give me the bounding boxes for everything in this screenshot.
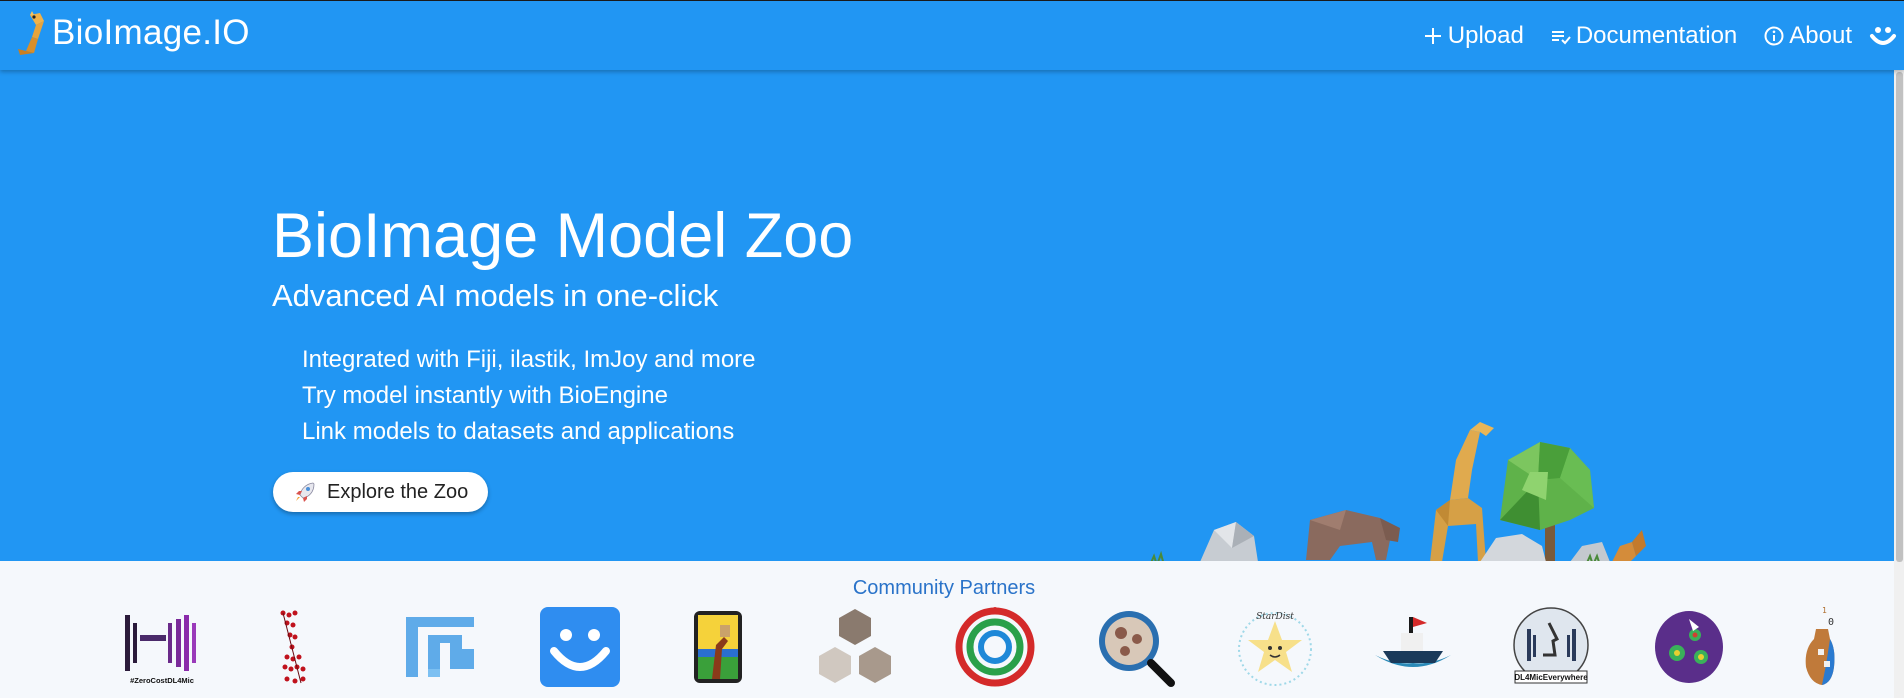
info-icon [1764,26,1784,46]
hero-section: BioImage Model Zoo Advanced AI models in… [0,70,1894,561]
top-navbar: BioImage.IO Upload Documentation About [0,0,1904,70]
documentation-label: Documentation [1575,22,1738,49]
plus-icon [1424,28,1441,44]
deepimagej-logo[interactable] [257,605,341,689]
hero-subtitle: Advanced AI models in one-click [272,278,719,313]
ship-icon [1375,617,1451,667]
magnifier-icon [1099,611,1175,687]
explore-zoo-button[interactable]: Explore the Zoo [273,472,489,512]
rocket-icon [296,482,315,502]
community-partners-section: Community Partners #ZeroCostDL4Mic StarD… [0,561,1894,698]
svg-text:1: 1 [1822,606,1827,615]
feature-list: Integrated with Fiji, ilastik, ImJoy and… [302,342,756,450]
biapy-logo[interactable] [953,605,1037,689]
hpa-logo[interactable] [813,605,897,689]
globe-microscope-icon: DL4MicEverywhere [1513,607,1589,684]
hexagons-icon [819,609,891,683]
imjoy-icon [540,607,620,687]
checklist-icon [1551,31,1571,45]
svg-text:#ZeroCostDL4Mic: #ZeroCostDL4Mic [130,676,194,685]
dl4miceverywhere-logo[interactable]: DL4MicEverywhere [1509,605,1593,689]
ring-icon [955,607,1035,687]
zerocostdl4mic-icon: #ZeroCostDL4Mic [125,615,196,685]
upload-label: Upload [1447,22,1524,49]
upload-link[interactable]: Upload [1422,22,1524,50]
smile-icon[interactable] [1868,21,1898,51]
bioimage-zoo-logo[interactable]: 1 0 [1786,605,1870,689]
deepimagej-icon [280,610,306,684]
explore-zoo-label: Explore the Zoo [327,480,469,503]
giraffe-logo-icon [18,11,44,55]
feature-item: Integrated with Fiji, ilastik, ImJoy and… [302,346,756,373]
hero-title: BioImage Model Zoo [272,201,854,271]
imjoy-logo[interactable] [538,605,622,689]
svg-text:DL4MicEverywhere: DL4MicEverywhere [1514,673,1588,682]
star-icon: StarDist [1238,612,1312,686]
brand-name: BioImage.IO [52,13,250,52]
partners-title: Community Partners [852,577,1036,599]
vase-icon: 1 0 [1805,606,1835,685]
svg-text:StarDist: StarDist [1256,612,1294,622]
svg-text:0: 0 [1828,617,1834,628]
feature-item: Try model instantly with BioEngine [302,382,668,409]
blob-icon [1655,611,1723,683]
ilastik-icon [694,611,742,683]
about-label: About [1789,22,1852,49]
qupath-logo[interactable] [1093,605,1177,689]
brand-link[interactable]: BioImage.IO [10,11,250,55]
about-link[interactable]: About [1763,22,1852,50]
fiji-icon [406,617,474,677]
boat-logo[interactable] [1371,605,1455,689]
stardist-logo[interactable]: StarDist [1233,605,1317,689]
ilastik-logo[interactable] [676,605,760,689]
scrollbar-thumb[interactable] [1896,72,1903,562]
feature-item: Link models to datasets and applications [302,418,735,445]
fiji-logo[interactable] [398,605,482,689]
documentation-link[interactable]: Documentation [1550,22,1737,50]
zoo-illustration [1150,422,1646,561]
zerocostdl4mic-logo[interactable]: #ZeroCostDL4Mic [120,605,204,689]
spotiflow-logo[interactable] [1647,605,1731,689]
